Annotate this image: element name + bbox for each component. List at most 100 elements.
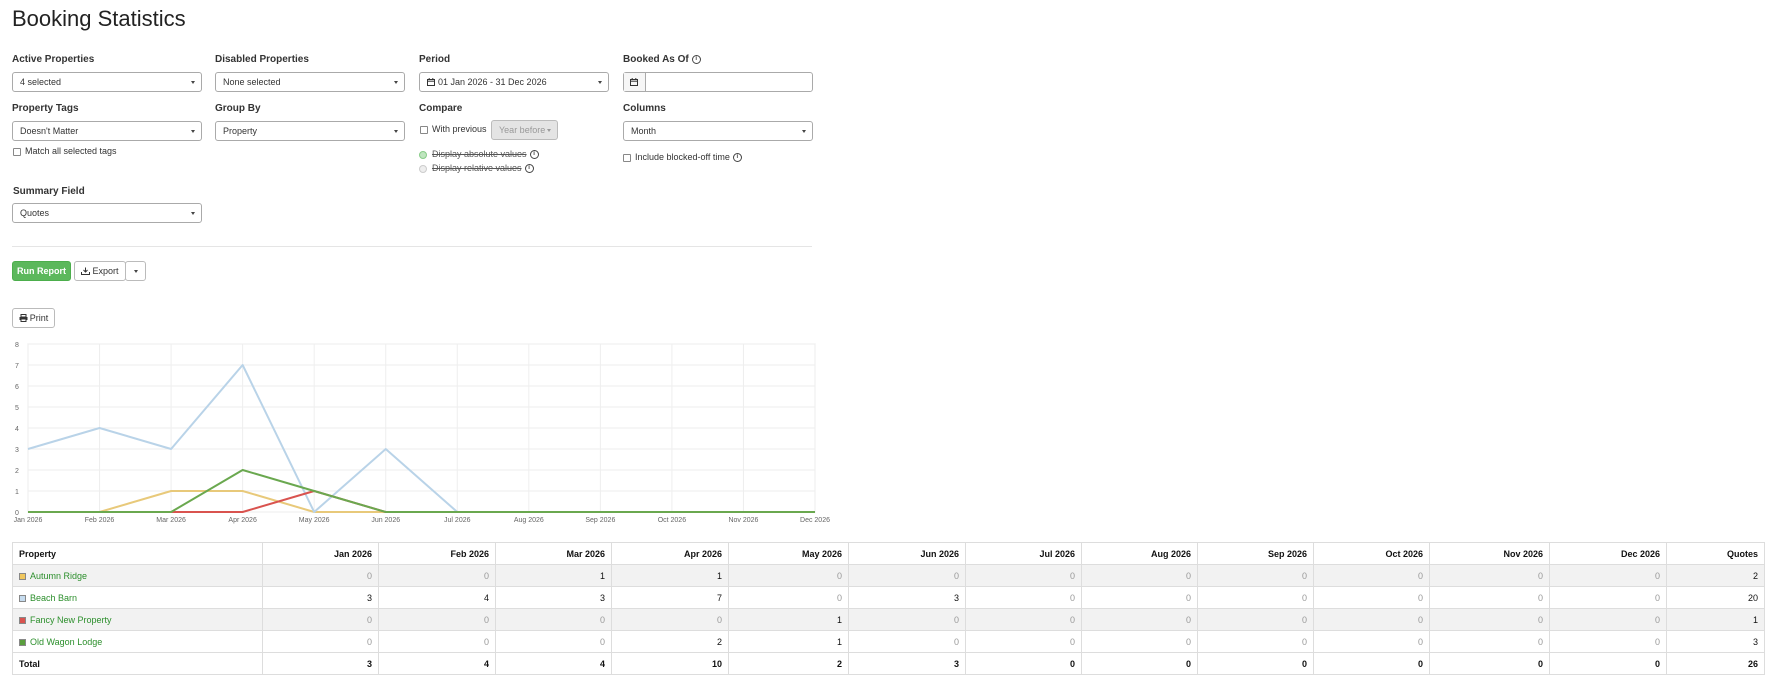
- columns-select[interactable]: Month: [623, 121, 813, 141]
- caret-down-icon: [394, 130, 398, 133]
- caret-down-icon: [191, 130, 195, 133]
- print-button[interactable]: Print: [12, 308, 55, 328]
- y-tick-label: 3: [15, 447, 19, 454]
- table-cell: 20: [1666, 586, 1765, 609]
- calendar-icon: [427, 78, 435, 86]
- include-blocked-label: Include blocked-off time i: [635, 152, 742, 163]
- property-cell: Autumn Ridge: [12, 564, 263, 587]
- match-all-tags-label: Match all selected tags: [25, 146, 117, 156]
- info-icon[interactable]: i: [691, 54, 701, 64]
- absolute-values-label: Display absolute values i: [432, 149, 539, 160]
- y-tick-label: 2: [15, 468, 19, 475]
- total-cell: 0: [965, 652, 1082, 675]
- table-cell: 0: [1197, 586, 1314, 609]
- absolute-values-radio[interactable]: [419, 151, 427, 159]
- table-cell: 0: [1313, 630, 1430, 653]
- total-cell: 3: [848, 652, 966, 675]
- period-label: Period: [419, 54, 451, 65]
- include-blocked-checkbox[interactable]: [623, 154, 631, 162]
- table-header-row: Property Jan 2026 Feb 2026 Mar 2026 Apr 2026…: [12, 542, 1765, 565]
- match-all-tags-checkbox[interactable]: [13, 148, 21, 156]
- table-cell: 0: [1197, 608, 1314, 631]
- run-report-button[interactable]: Run Report: [12, 261, 71, 281]
- disabled-properties-select[interactable]: None selected: [215, 72, 405, 92]
- table-cell: 1: [1666, 608, 1765, 631]
- table-total-row: Total 3 4 4 10 2 3 0 0 0 0 0 0 26: [12, 652, 1765, 675]
- total-cell: 0: [1429, 652, 1550, 675]
- table-cell: 0: [1429, 608, 1550, 631]
- table-cell: 0: [965, 564, 1082, 587]
- y-tick-label: 0: [15, 510, 19, 517]
- column-header: Oct 2026: [1313, 542, 1430, 565]
- total-cell: 4: [378, 652, 496, 675]
- table-cell: 0: [1549, 564, 1667, 587]
- group-by-value: Property: [223, 126, 258, 136]
- table-cell: 0: [1313, 564, 1430, 587]
- booking-line-chart: 0 1 2 3 4 5 6 7 8 Jan 2026 Feb 2026 Mar 2026 Apr 202…: [14, 342, 830, 524]
- booked-as-of-input[interactable]: [647, 74, 811, 91]
- table-cell: 0: [1313, 586, 1430, 609]
- printer-icon: [19, 314, 28, 322]
- column-header: Nov 2026: [1429, 542, 1550, 565]
- info-icon[interactable]: i: [732, 153, 742, 163]
- calendar-addon[interactable]: [624, 73, 646, 91]
- table-cell: 4: [378, 586, 496, 609]
- property-tags-select[interactable]: Doesn't Matter: [12, 121, 202, 141]
- absolute-values-text: Display absolute values: [432, 149, 527, 159]
- info-icon[interactable]: i: [529, 150, 539, 160]
- table-cell: 0: [495, 630, 612, 653]
- stats-table: Property Jan 2026 Feb 2026 Mar 2026 Apr 2026…: [12, 542, 1765, 675]
- period-select[interactable]: 01 Jan 2026 - 31 Dec 2026: [419, 72, 609, 92]
- table-row: Autumn Ridge 0 0 1 1 0 0 0 0 0 0 0 0 2: [12, 564, 1765, 587]
- caret-down-icon: [134, 270, 138, 273]
- table-cell: 0: [262, 564, 379, 587]
- x-tick-label: Jun 2026: [371, 517, 400, 524]
- column-header: Aug 2026: [1081, 542, 1198, 565]
- property-link[interactable]: Fancy New Property: [30, 615, 112, 625]
- property-link[interactable]: Beach Barn: [30, 593, 77, 603]
- page-title: Booking Statistics: [12, 6, 186, 31]
- active-properties-select[interactable]: 4 selected: [12, 72, 202, 92]
- info-icon[interactable]: i: [524, 164, 534, 174]
- property-link[interactable]: Old Wagon Lodge: [30, 637, 102, 647]
- total-label: Total: [12, 652, 263, 675]
- y-tick-label: 5: [15, 405, 19, 412]
- with-previous-checkbox[interactable]: [420, 126, 428, 134]
- table-cell: 0: [378, 564, 496, 587]
- table-cell: 0: [1081, 630, 1198, 653]
- table-cell: 0: [965, 608, 1082, 631]
- table-cell: 3: [262, 586, 379, 609]
- group-by-select[interactable]: Property: [215, 121, 405, 141]
- summary-field-label: Summary Field: [13, 186, 85, 197]
- x-tick-label: May 2026: [299, 517, 330, 524]
- export-dropdown-toggle[interactable]: [125, 261, 146, 281]
- table-cell: 2: [611, 630, 729, 653]
- column-header: Dec 2026: [1549, 542, 1667, 565]
- active-properties-label: Active Properties: [12, 54, 95, 65]
- total-cell: 0: [1313, 652, 1430, 675]
- table-cell: 0: [1081, 564, 1198, 587]
- caret-down-icon: [802, 130, 806, 133]
- total-cell: 0: [1549, 652, 1667, 675]
- table-cell: 0: [1429, 630, 1550, 653]
- compare-period-select: Year before: [491, 120, 558, 140]
- table-cell: 3: [848, 586, 966, 609]
- table-cell: 7: [611, 586, 729, 609]
- relative-values-radio[interactable]: [419, 165, 427, 173]
- x-tick-label: Dec 2026: [800, 517, 830, 524]
- caret-down-icon: [191, 81, 195, 84]
- table-cell: 0: [1429, 586, 1550, 609]
- table-cell: 0: [728, 564, 849, 587]
- x-tick-label: Apr 2026: [228, 517, 257, 524]
- columns-value: Month: [631, 126, 657, 136]
- property-tags-label: Property Tags: [12, 103, 79, 114]
- compare-label: Compare: [419, 103, 463, 114]
- total-cell: 10: [611, 652, 729, 675]
- y-tick-label: 4: [15, 426, 19, 433]
- table-cell: 0: [1549, 586, 1667, 609]
- table-cell: 3: [495, 586, 612, 609]
- table-cell: 0: [1081, 586, 1198, 609]
- export-button[interactable]: Export: [74, 261, 126, 281]
- summary-field-select[interactable]: Quotes: [12, 203, 202, 223]
- property-link[interactable]: Autumn Ridge: [30, 571, 87, 581]
